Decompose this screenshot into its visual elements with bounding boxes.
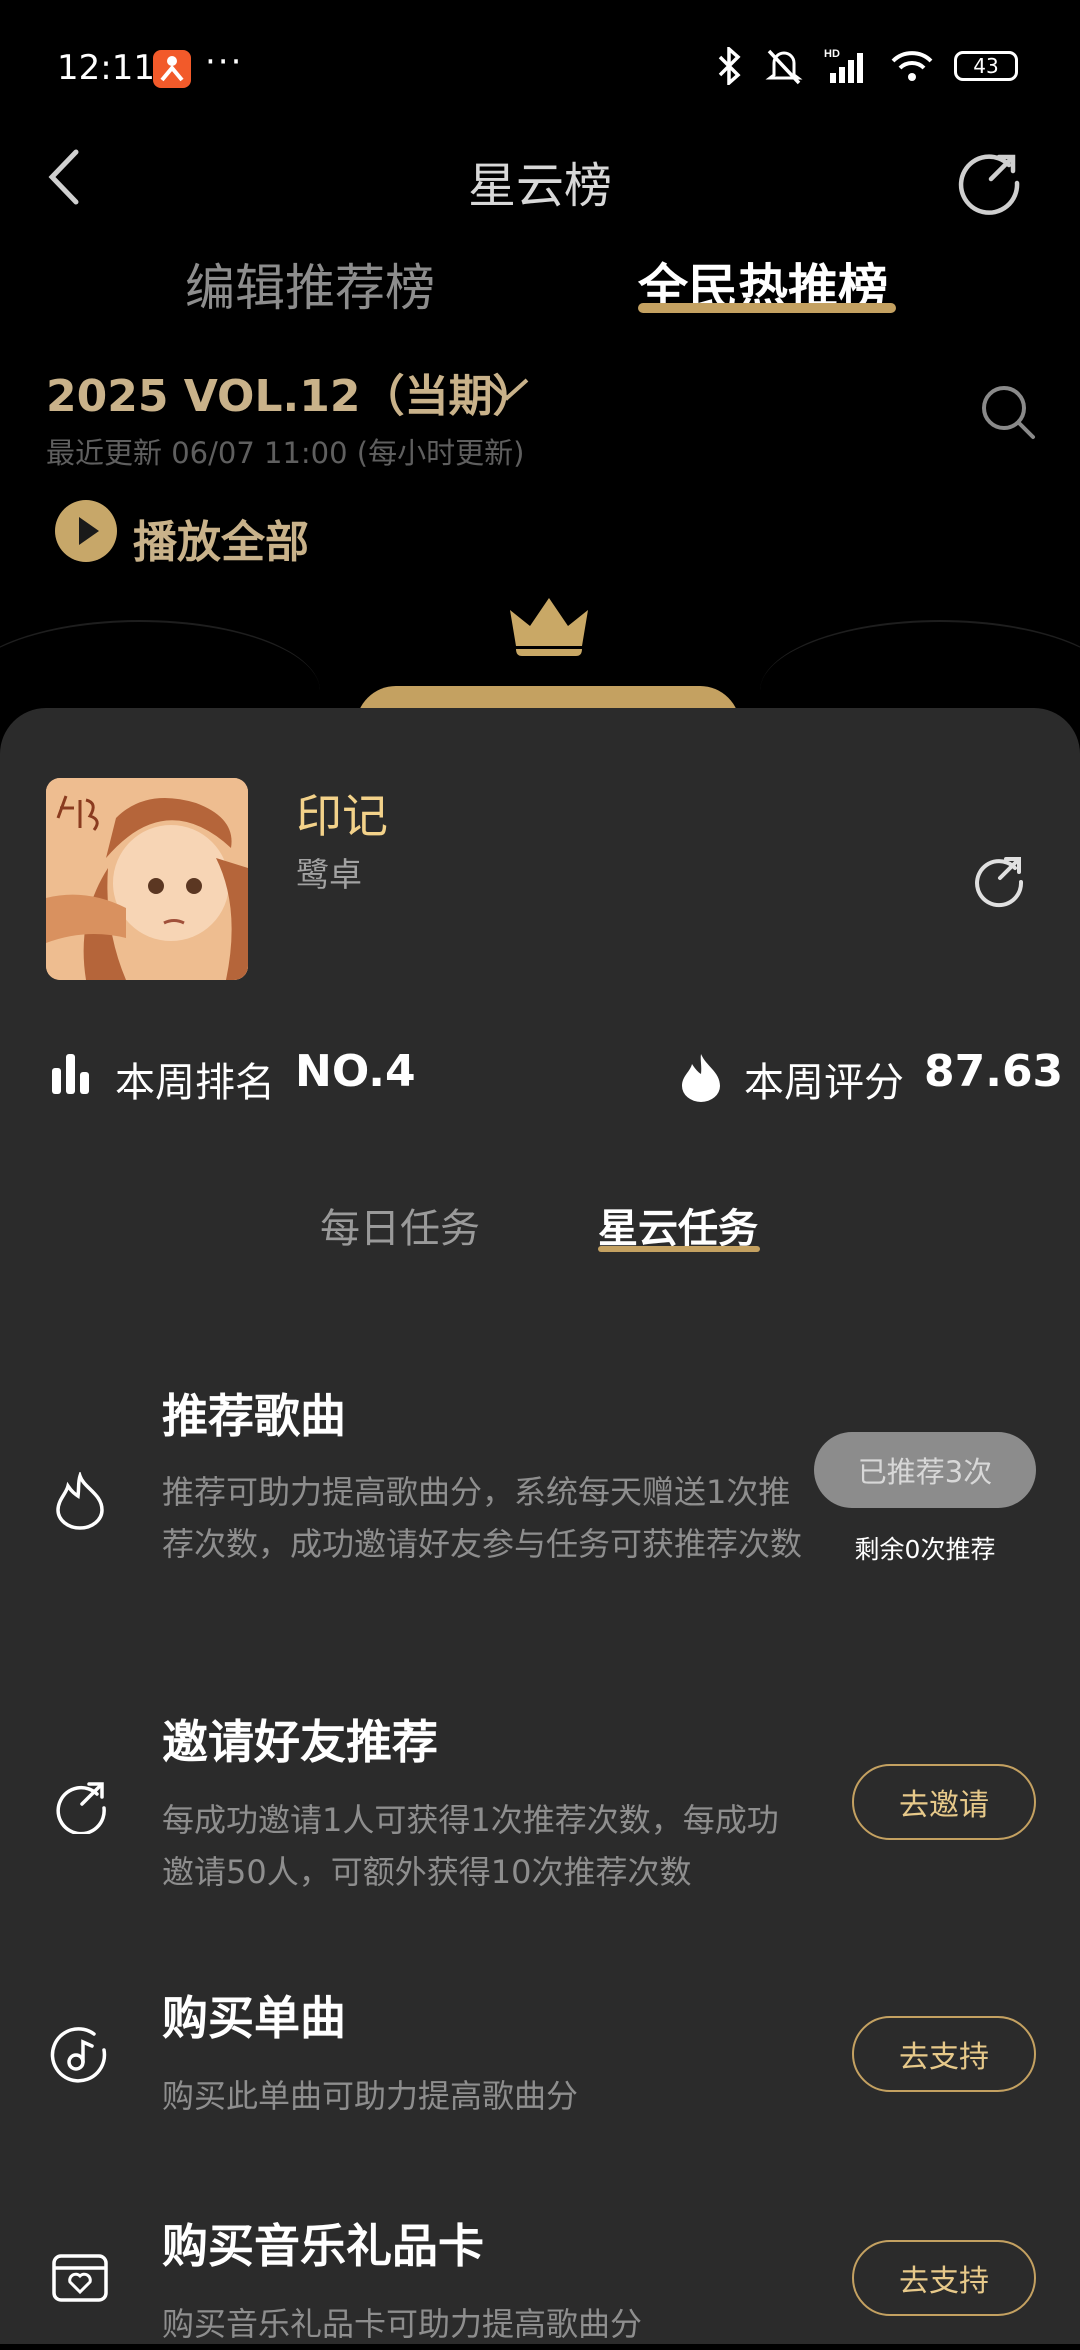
search-icon[interactable] — [980, 384, 1036, 440]
song-title: 印记 — [296, 789, 388, 843]
play-all-button[interactable]: 播放全部 — [133, 506, 309, 570]
bar-chart-icon — [50, 1052, 92, 1096]
flame-outline-icon — [50, 1470, 110, 1532]
recommend-button[interactable]: 已推荐3次 — [814, 1432, 1036, 1508]
crown-icon — [506, 596, 592, 656]
invite-button[interactable]: 去邀请 — [852, 1764, 1036, 1840]
share-icon[interactable] — [970, 850, 1028, 908]
artist-name[interactable]: 鹭卓 — [296, 848, 362, 896]
tab-daily-tasks[interactable]: 每日任务 — [320, 1196, 480, 1254]
battery-icon: 43 — [954, 51, 1018, 81]
svg-text:HD: HD — [824, 48, 840, 60]
remaining-count: 剩余0次推荐 — [854, 1535, 996, 1564]
tab-editor-picks[interactable]: 编辑推荐榜 — [185, 248, 435, 320]
flame-icon — [678, 1052, 724, 1102]
wifi-icon — [891, 51, 933, 81]
bluetooth-icon — [718, 47, 741, 85]
task-title: 邀请好友推荐 — [162, 1715, 438, 1769]
score-label: 本周评分 — [744, 1060, 904, 1106]
task-title: 购买音乐礼品卡 — [162, 2219, 484, 2273]
task-description: 每成功邀请1人可获得1次推荐次数，每成功邀请50人，可额外获得10次推荐次数 — [162, 1801, 779, 1891]
score-value: 87.63 — [924, 1046, 1064, 1097]
task-title: 购买单曲 — [162, 1991, 346, 2045]
music-note-icon — [50, 2024, 110, 2084]
share-arrow-icon — [52, 1774, 112, 1836]
active-task-tab-indicator — [598, 1246, 760, 1252]
active-tab-indicator — [638, 303, 896, 313]
period-selector[interactable]: 2025 VOL.12（当期） — [46, 360, 536, 424]
rank-label: 本周排名 — [115, 1060, 275, 1106]
mute-icon — [765, 49, 803, 85]
play-icon[interactable] — [55, 500, 117, 562]
album-cover[interactable] — [46, 778, 248, 980]
app-notification-icon — [153, 50, 191, 88]
status-time: 12:11 — [57, 48, 155, 88]
update-time: 最近更新 06/07 11:00 (每小时更新) — [46, 436, 525, 470]
chevron-down-icon[interactable] — [483, 374, 531, 404]
status-icons: HD 43 — [714, 44, 1018, 88]
task-description: 购买此单曲可助力提高歌曲分 — [162, 2077, 579, 2115]
task-title: 推荐歌曲 — [162, 1389, 346, 1443]
rank-value: NO.4 — [295, 1046, 416, 1097]
task-description: 购买音乐礼品卡可助力提高歌曲分 — [162, 2305, 643, 2343]
gift-card-icon — [50, 2248, 110, 2308]
task-description: 推荐可助力提高歌曲分，系统每天赠送1次推荐次数，成功邀请好友参与任务可获推荐次数 — [162, 1473, 803, 1563]
support-giftcard-button[interactable]: 去支持 — [852, 2240, 1036, 2316]
more-notifications-icon: ··· — [205, 42, 244, 82]
page-title: 星云榜 — [467, 158, 612, 214]
share-refresh-icon[interactable] — [953, 143, 1025, 215]
support-single-button[interactable]: 去支持 — [852, 2016, 1036, 2092]
signal-icon: HD — [824, 48, 863, 83]
